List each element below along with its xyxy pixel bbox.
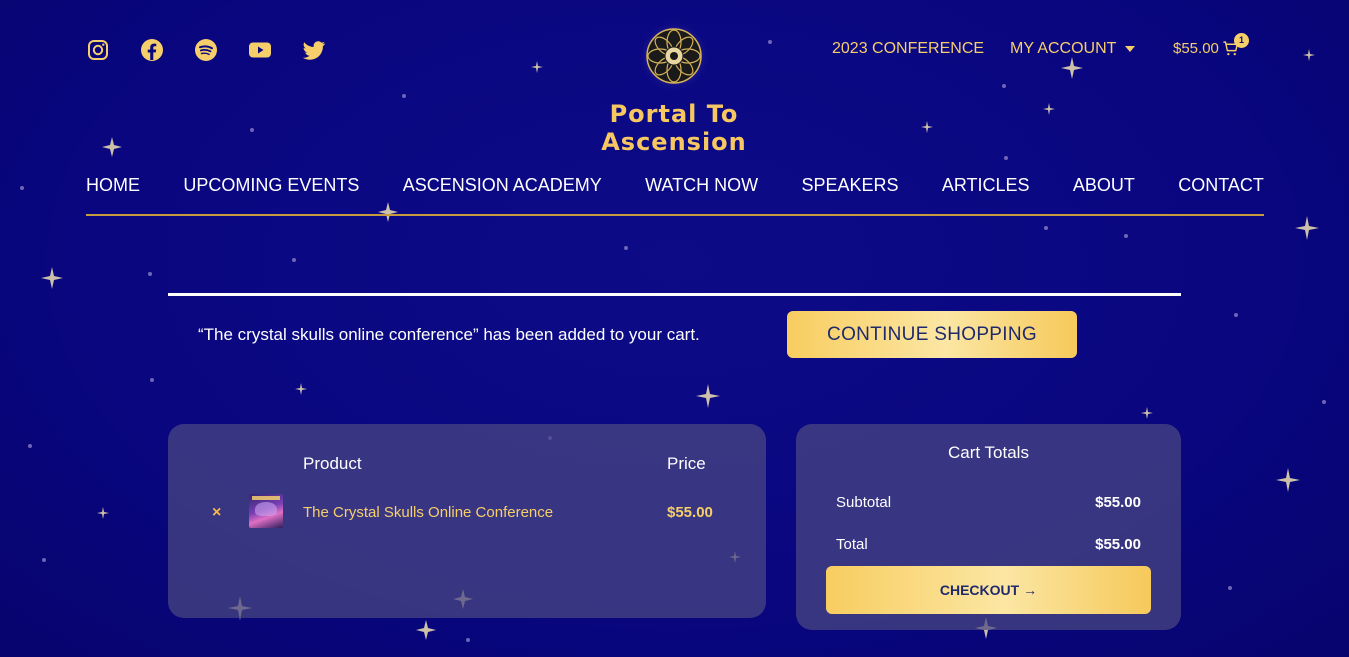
conference-link[interactable]: 2023 CONFERENCE — [832, 40, 984, 58]
product-name-link[interactable]: The Crystal Skulls Online Conference — [303, 504, 553, 521]
cart-button[interactable]: $55.00 — [1173, 40, 1239, 57]
spotify-icon[interactable] — [194, 38, 218, 62]
my-account-label: MY ACCOUNT — [1010, 40, 1117, 57]
total-value: $55.00 — [1095, 536, 1141, 553]
price-column-header: Price — [667, 454, 706, 473]
continue-shopping-button[interactable]: CONTINUE SHOPPING — [787, 311, 1077, 358]
remove-item-icon[interactable]: × — [212, 504, 221, 522]
nav-divider — [86, 214, 1264, 216]
instagram-icon[interactable] — [86, 38, 110, 62]
mandala-emblem-icon — [638, 20, 710, 92]
product-column-header: Product — [303, 454, 362, 473]
cart-totals-title: Cart Totals — [948, 443, 1029, 462]
total-label: Total — [836, 536, 868, 553]
nav-contact[interactable]: CONTACT — [1178, 175, 1264, 196]
cart-totals-panel: Cart Totals Subtotal $55.00 Total $55.00… — [796, 424, 1181, 630]
nav-speakers[interactable]: SPEAKERS — [801, 175, 898, 196]
brand-name: Portal To Ascension — [601, 100, 747, 156]
facebook-icon[interactable] — [140, 38, 164, 62]
subtotal-label: Subtotal — [836, 494, 892, 511]
nav-upcoming-events[interactable]: UPCOMING EVENTS — [183, 175, 359, 196]
cart-count-badge: 1 — [1234, 33, 1249, 48]
youtube-icon[interactable] — [248, 38, 272, 62]
chevron-down-icon — [1125, 46, 1136, 52]
product-thumbnail[interactable] — [249, 494, 283, 528]
nav-ascension-academy[interactable]: ASCENSION ACADEMY — [403, 175, 602, 196]
product-price: $55.00 — [667, 504, 713, 521]
nav-home[interactable]: HOME — [86, 175, 140, 196]
checkout-button[interactable]: CHECKOUT → — [826, 566, 1151, 614]
twitter-icon[interactable] — [302, 38, 326, 62]
cart-table: Product Price × The Crystal Skulls Onlin… — [168, 424, 766, 618]
notice-divider — [168, 293, 1181, 296]
nav-watch-now[interactable]: WATCH NOW — [645, 175, 758, 196]
my-account-menu[interactable]: MY ACCOUNT — [1010, 40, 1136, 58]
cart-total: $55.00 — [1173, 40, 1219, 57]
nav-articles[interactable]: ARTICLES — [942, 175, 1030, 196]
nav-about[interactable]: ABOUT — [1073, 175, 1135, 196]
site-logo[interactable]: Portal To Ascension — [536, 20, 812, 156]
main-nav: HOME UPCOMING EVENTS ASCENSION ACADEMY W… — [86, 175, 1264, 196]
social-links — [86, 38, 326, 62]
subtotal-value: $55.00 — [1095, 494, 1141, 511]
cart-added-message: “The crystal skulls online conference” h… — [198, 325, 700, 344]
top-utility-nav: 2023 CONFERENCE MY ACCOUNT — [832, 40, 1136, 58]
